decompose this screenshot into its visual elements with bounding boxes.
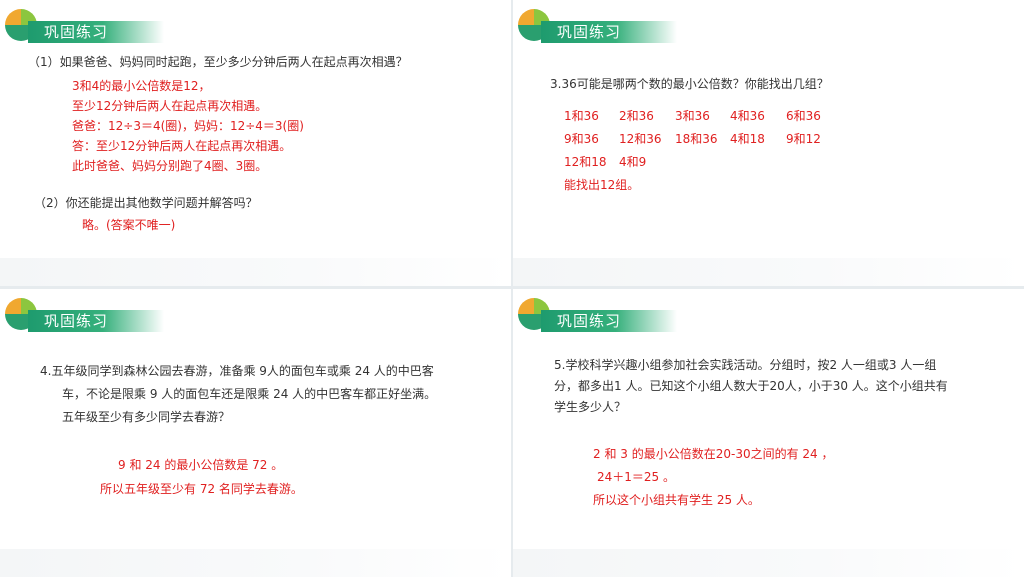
slide-footer (0, 258, 511, 286)
slide-footer (513, 258, 1024, 286)
pair: 12和18 (564, 155, 607, 169)
section-banner: 巩固练习 (4, 8, 164, 43)
question-1: （1）如果爸爸、妈妈同时起跑，至少多少分钟后两人在起点再次相遇？ (28, 55, 408, 69)
section-banner: 巩固练习 (517, 8, 677, 43)
pair: 1和36 (564, 109, 599, 123)
pair: 3和36 (675, 109, 710, 123)
answer-1-line: 此时爸爸、妈妈分别跑了4圈、3圈。 (72, 159, 268, 173)
pair: 12和36 (619, 132, 662, 146)
question-2: （2）你还能提出其他数学问题并解答吗？ (34, 196, 258, 210)
answer-4-line: 所以五年级至少有 72 名同学去春游。 (100, 482, 303, 496)
question-4-line: 五年级至少有多少同学去春游？ (62, 410, 231, 424)
pair: 4和18 (730, 132, 765, 146)
pair: 18和36 (675, 132, 718, 146)
answer-5-line: 24＋1＝25 。 (597, 470, 675, 484)
pair: 4和36 (730, 109, 765, 123)
question-5-line: 分，都多出1 人。已知这个小组人数大于20人，小于30 人。这个小组共有 (554, 379, 948, 393)
section-title: 巩固练习 (557, 312, 622, 330)
section-banner: 巩固练习 (4, 297, 164, 332)
pair: 2和36 (619, 109, 654, 123)
question-4-line: 车，不论是限乘 9 人的面包车还是限乘 24 人的中巴客车都正好坐满。 (62, 387, 437, 401)
answer-1-line: 答：至少12分钟后两人在起点再次相遇。 (72, 139, 292, 153)
pair: 4和9 (619, 155, 647, 169)
pair: 6和36 (786, 109, 821, 123)
question-5-line: 学生多少人？ (554, 400, 627, 414)
question-3: 3.36可能是哪两个数的最小公倍数？你能找出几组？ (550, 77, 829, 91)
question-5-line: 5.学校科学兴趣小组参加社会实践活动。分组时，按2 人一组或3 人一组 (554, 358, 937, 372)
question-4-line: 4.五年级同学到森林公园去春游，准备乘 9人的面包车或乘 24 人的中巴客 (40, 364, 434, 378)
pair: 9和12 (786, 132, 821, 146)
answer-5-line: 所以这个小组共有学生 25 人。 (593, 493, 760, 507)
slide-2: 巩固练习 3.36可能是哪两个数的最小公倍数？你能找出几组？ 1和36 2和36… (513, 0, 1024, 286)
section-banner: 巩固练习 (517, 297, 677, 332)
conclusion: 能找出12组。 (564, 178, 640, 192)
answer-1-line: 爸爸：12÷3＝4(圈)，妈妈：12÷4＝3(圈) (72, 119, 304, 133)
section-title: 巩固练习 (44, 312, 109, 330)
section-title: 巩固练习 (557, 23, 622, 41)
answer-2: 略。(答案不唯一) (82, 218, 176, 232)
pair: 9和36 (564, 132, 599, 146)
section-title: 巩固练习 (44, 23, 109, 41)
slide-footer (0, 549, 511, 577)
answer-1-line: 至少12分钟后两人在起点再次相遇。 (72, 99, 268, 113)
answer-5-line: 2 和 3 的最小公倍数在20-30之间的有 24 ， (593, 447, 834, 461)
slide-4: 巩固练习 5.学校科学兴趣小组参加社会实践活动。分组时，按2 人一组或3 人一组… (513, 289, 1024, 577)
answer-1-line: 3和4的最小公倍数是12， (72, 79, 211, 93)
slide-1: 巩固练习 （1）如果爸爸、妈妈同时起跑，至少多少分钟后两人在起点再次相遇？ 3和… (0, 0, 511, 286)
slide-3: 巩固练习 4.五年级同学到森林公园去春游，准备乘 9人的面包车或乘 24 人的中… (0, 289, 511, 577)
slide-footer (513, 549, 1024, 577)
answer-4-line: 9 和 24 的最小公倍数是 72 。 (118, 458, 284, 472)
